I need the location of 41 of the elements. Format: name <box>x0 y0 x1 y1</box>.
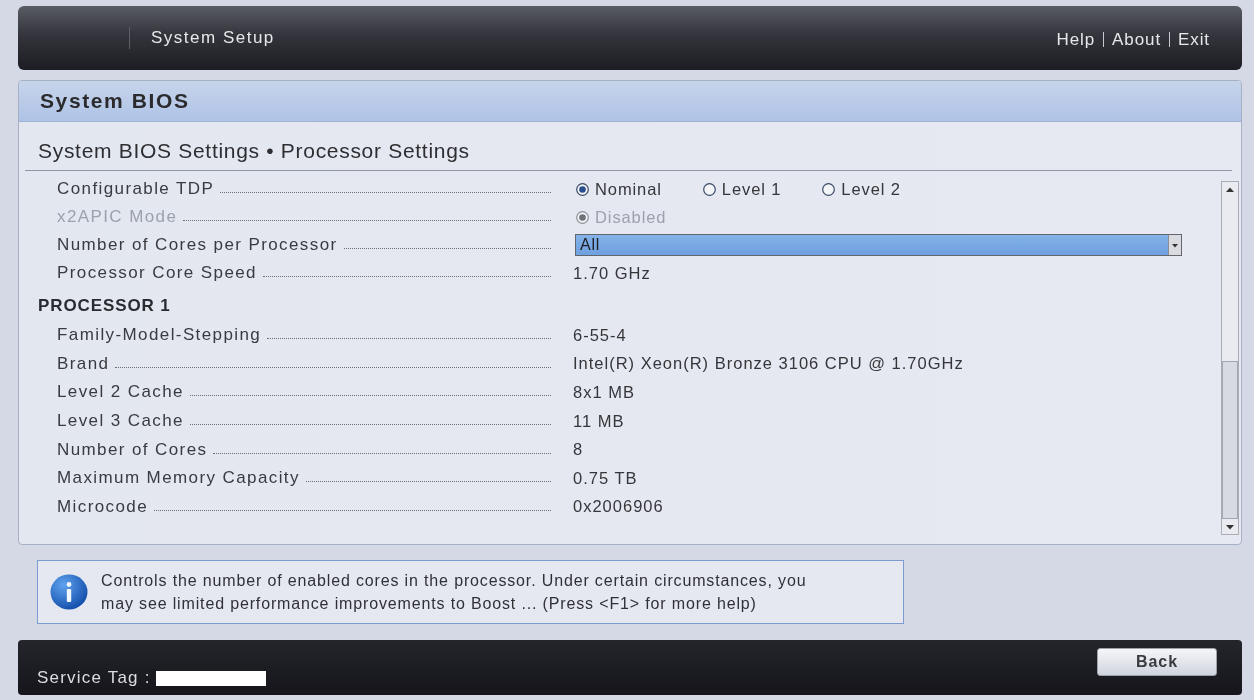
setting-label: Level 2 Cache <box>57 382 184 403</box>
setting-label: Number of Cores <box>57 439 208 460</box>
section-title: System BIOS <box>40 89 190 113</box>
setting-value: 11 MB <box>573 411 625 431</box>
breadcrumb-title: System BIOS Settings • Processor Settings <box>38 139 470 163</box>
radio-option[interactable]: Level 1 <box>702 179 782 199</box>
header-link[interactable]: Help <box>1056 29 1096 50</box>
back-button[interactable]: Back <box>1097 648 1217 676</box>
setting-value: 8 <box>573 440 584 460</box>
setting-value: 1.70 GHz <box>573 263 651 283</box>
radio-icon[interactable] <box>702 182 716 196</box>
setting-value: Intel(R) Xeon(R) Bronze 3106 CPU @ 1.70GHz <box>573 354 964 374</box>
radio-icon[interactable] <box>822 182 836 196</box>
setting-label: Processor Core Speed <box>57 263 257 283</box>
radio-icon[interactable] <box>576 182 589 196</box>
setting-label: Configurable TDP <box>57 179 215 199</box>
app-title: System Setup <box>151 28 275 48</box>
setting-value: 0x2006906 <box>573 497 664 517</box>
setting-label: Level 3 Cache <box>57 411 184 432</box>
setting-value: 0.75 TB <box>573 468 638 488</box>
scrollbar-track[interactable] <box>1221 181 1239 535</box>
radio-option[interactable]: Level 2 <box>822 179 901 199</box>
info-icon <box>50 574 88 610</box>
service-tag-label: Service Tag : <box>37 668 151 688</box>
setting-label: Number of Cores per Processor <box>57 235 338 255</box>
header-link[interactable]: About <box>1112 29 1162 50</box>
caret-icon[interactable] <box>1168 235 1181 255</box>
radio-option[interactable]: Nominal <box>576 179 662 199</box>
dropdown-field[interactable]: All <box>575 234 1182 256</box>
group-heading: PROCESSOR 1 <box>38 296 171 316</box>
setting-value: 8x1 MB <box>573 383 635 402</box>
setting-value: 6-55-4 <box>573 325 627 345</box>
setting-label: Brand <box>57 353 110 374</box>
setting-label: Microcode <box>57 496 149 517</box>
setting-label: Maximum Memory Capacity <box>57 468 300 489</box>
help-text: Controls the number of enabled cores in the processor. Under certain circumstances, you may see limited performance improvements to Boost ... (Press <F1> for more help) <box>101 571 807 614</box>
scrollbar-thumb[interactable] <box>1222 361 1238 519</box>
setting-label: Family-Model-Stepping <box>57 325 262 346</box>
radio-option: Disabled <box>576 207 667 227</box>
setting-label: x2APIC Mode <box>57 207 178 227</box>
header-link[interactable]: Exit <box>1178 29 1210 50</box>
